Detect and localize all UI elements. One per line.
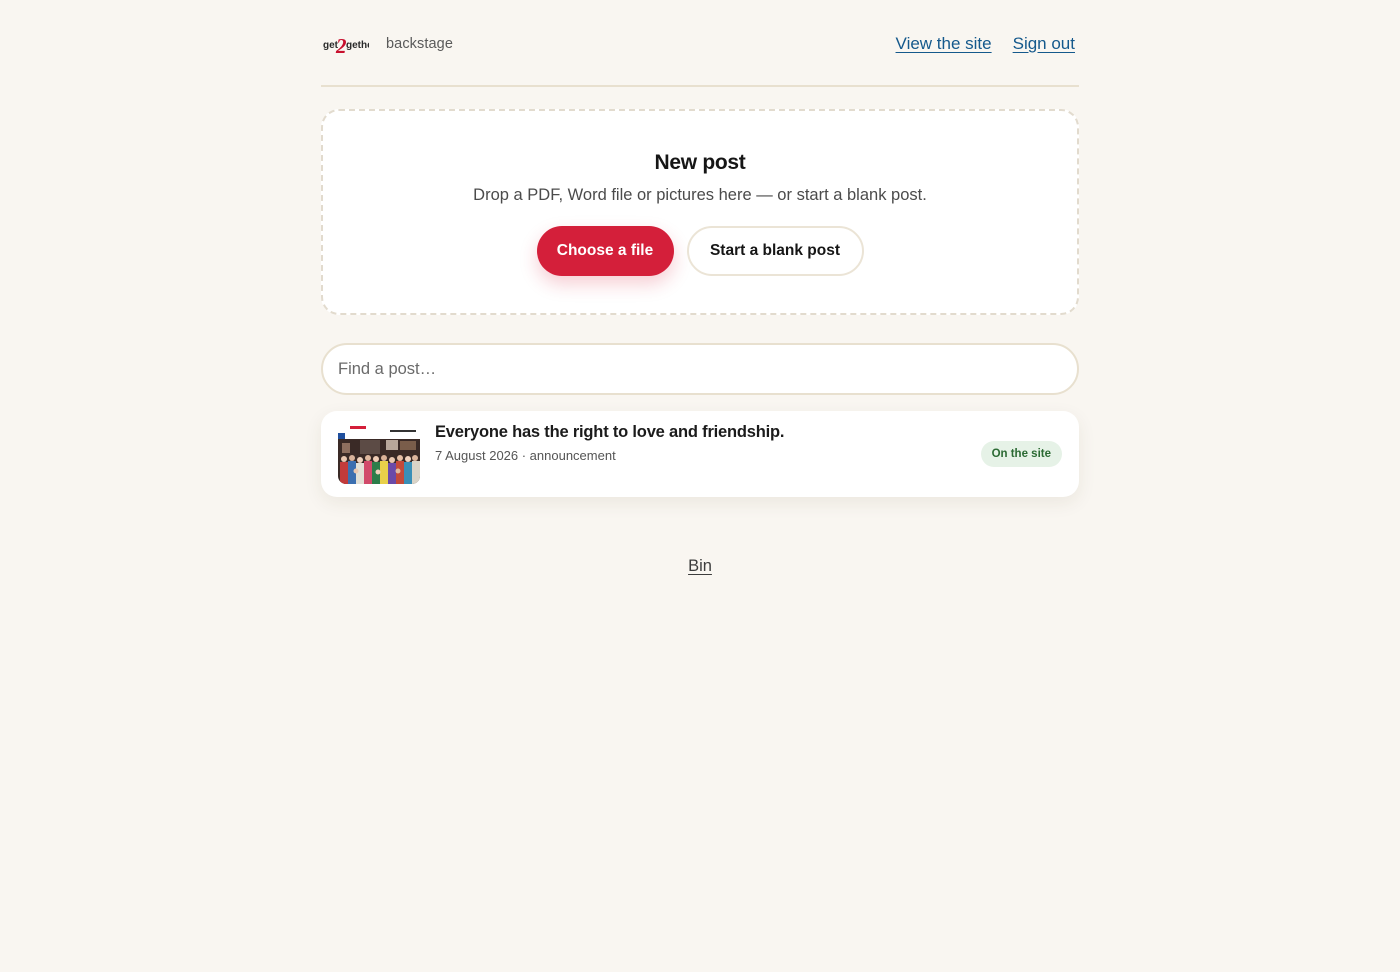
find-post-input[interactable] <box>321 343 1079 395</box>
post-title[interactable]: Everyone has the right to love and frien… <box>435 423 784 442</box>
view-site-link[interactable]: View the site <box>896 34 992 54</box>
get2gether-logo[interactable]: get 2 gether <box>323 29 369 59</box>
header-nav: View the site Sign out <box>896 34 1075 54</box>
post-meta: 7 August 2026 · announcement <box>435 448 616 463</box>
section-label: backstage <box>386 35 453 52</box>
bin-link[interactable]: Bin <box>688 557 712 575</box>
post-list-item[interactable]: Everyone has the right to love and frien… <box>321 411 1079 497</box>
choose-file-button[interactable]: Choose a file <box>536 226 674 276</box>
group-photo-icon <box>338 425 420 484</box>
status-badge: On the site <box>980 441 1062 467</box>
post-info: Everyone has the right to love and frien… <box>435 423 784 463</box>
logo-mark-icon: get 2 gether <box>323 34 369 56</box>
post-thumbnail <box>338 425 420 484</box>
new-post-title: New post <box>654 151 746 174</box>
new-post-dropzone[interactable]: New post Drop a PDF, Word file or pictur… <box>321 109 1079 315</box>
new-post-instructions: Drop a PDF, Word file or pictures here —… <box>473 186 927 204</box>
sign-out-link[interactable]: Sign out <box>1013 34 1075 54</box>
svg-text:gether: gether <box>346 40 369 51</box>
start-blank-post-button[interactable]: Start a blank post <box>686 226 864 276</box>
new-post-actions: Choose a file Start a blank post <box>323 226 1077 276</box>
bin-link-wrapper: Bin <box>321 557 1079 576</box>
page-container: get 2 gether backstage View the site Sig… <box>321 0 1079 575</box>
top-bar: get 2 gether backstage View the site Sig… <box>321 0 1079 87</box>
